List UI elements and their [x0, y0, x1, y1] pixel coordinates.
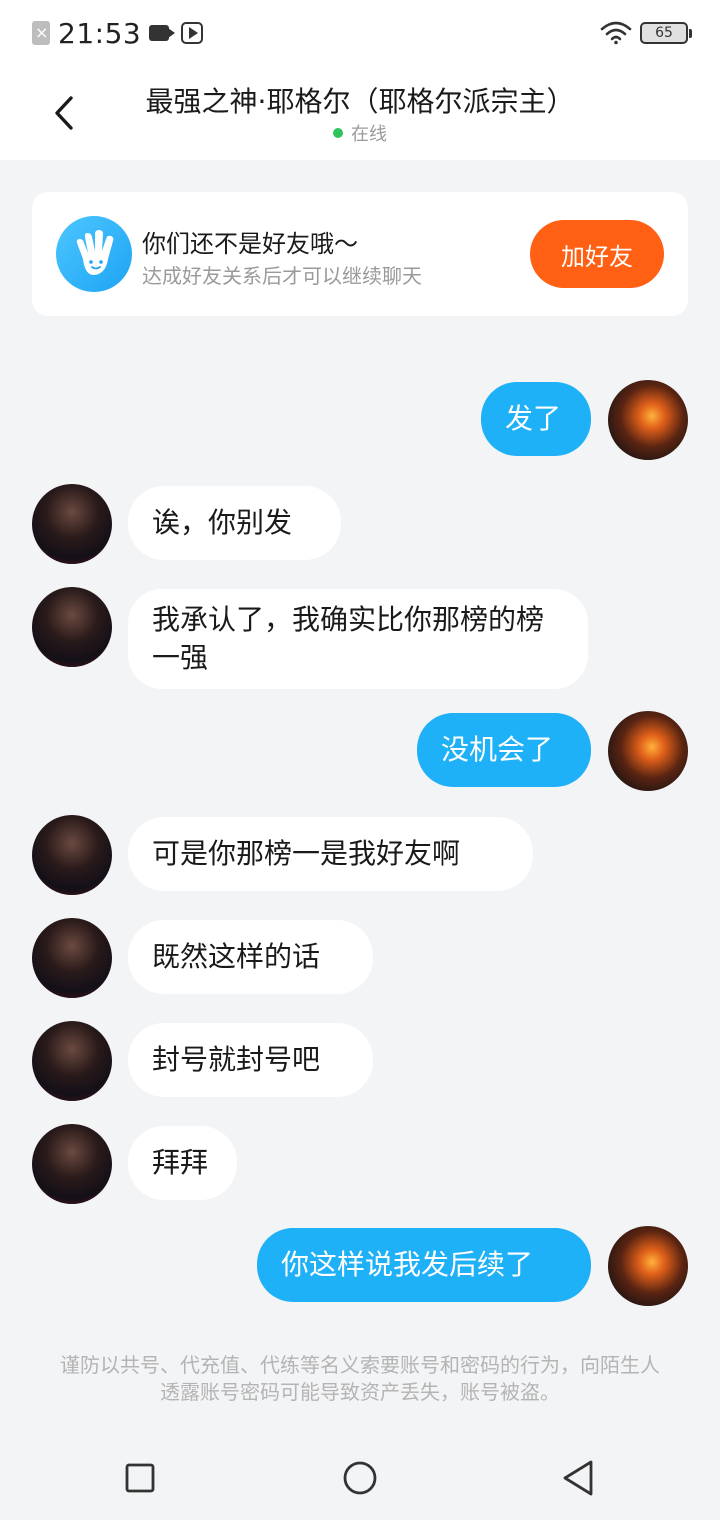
back-nav-button[interactable] [558, 1458, 598, 1498]
contact-avatar[interactable] [32, 918, 112, 998]
message-bubble-contact[interactable]: 我承认了，我确实比你那榜的榜一强 [128, 589, 588, 689]
friend-notice-card: 你们还不是好友哦～ 达成好友关系后才可以继续聊天 加好友 [32, 192, 688, 316]
message-bubble-contact[interactable]: 拜拜 [128, 1126, 237, 1200]
security-warning: 谨防以共号、代充值、代练等名义索要账号和密码的行为，向陌生人透露账号密码可能导致… [60, 1353, 660, 1404]
chat-title[interactable]: 最强之神·耶格尔（耶格尔派宗主） [0, 80, 720, 120]
square-nav-icon [125, 1463, 155, 1493]
battery-indicator: 65 [640, 22, 692, 44]
my-avatar[interactable] [608, 711, 688, 791]
online-label: 在线 [351, 124, 387, 145]
status-right: 65 [600, 18, 692, 48]
no-sim-icon [32, 21, 50, 45]
my-avatar[interactable] [608, 1226, 688, 1306]
wave-hand-icon [56, 216, 132, 292]
contact-avatar[interactable] [32, 587, 112, 667]
message-bubble-contact[interactable]: 封号就封号吧 [128, 1023, 373, 1097]
message-bubble-mine[interactable]: 发了 [481, 382, 591, 456]
friend-notice-subtitle: 达成好友关系后才可以继续聊天 [142, 264, 422, 288]
chat-header: 最强之神·耶格尔（耶格尔派宗主） 在线 [0, 66, 720, 160]
video-record-icon [149, 25, 176, 41]
contact-avatar[interactable] [32, 1124, 112, 1204]
message-bubble-contact[interactable]: 诶，你别发 [128, 486, 341, 560]
message-bubble-contact[interactable]: 既然这样的话 [128, 920, 373, 994]
media-play-icon [181, 22, 204, 44]
circle-nav-icon [343, 1461, 377, 1495]
home-button[interactable] [340, 1458, 380, 1498]
my-avatar[interactable] [608, 380, 688, 460]
online-status: 在线 [0, 120, 720, 146]
status-left: 21:53 [32, 16, 204, 50]
contact-avatar[interactable] [32, 484, 112, 564]
recent-apps-button[interactable] [120, 1458, 160, 1498]
message-bubble-contact[interactable]: 可是你那榜一是我好友啊 [128, 817, 533, 891]
message-bubble-mine[interactable]: 你这样说我发后续了 [257, 1228, 591, 1302]
message-bubble-mine[interactable]: 没机会了 [417, 713, 591, 787]
wifi-icon [600, 21, 632, 45]
add-friend-button[interactable]: 加好友 [530, 220, 664, 288]
contact-avatar[interactable] [32, 815, 112, 895]
system-nav-bar [0, 1436, 720, 1520]
triangle-nav-icon [563, 1460, 593, 1496]
contact-avatar[interactable] [32, 1021, 112, 1101]
friend-notice-title: 你们还不是好友哦～ [142, 230, 358, 258]
online-dot-icon [333, 128, 343, 138]
clock: 21:53 [58, 16, 142, 50]
status-bar: 21:53 65 [0, 0, 720, 66]
